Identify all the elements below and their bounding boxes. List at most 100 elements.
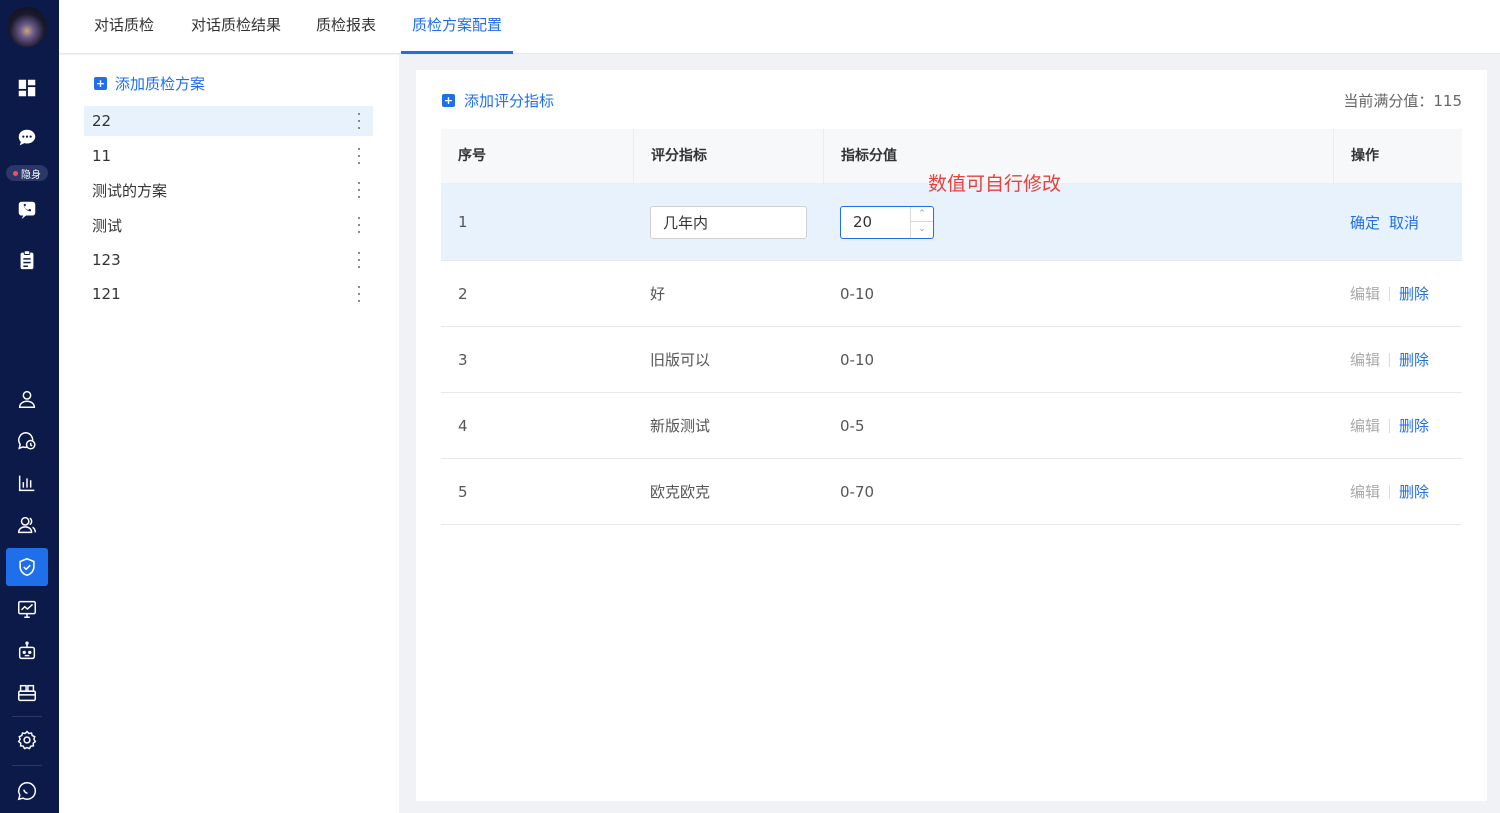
tab-qc-report[interactable]: 质检报表 xyxy=(316,0,376,54)
action-divider xyxy=(1389,418,1391,433)
delete-button[interactable]: 删除 xyxy=(1399,481,1429,502)
row-index: 5 xyxy=(458,482,468,501)
chevron-down-icon[interactable]: ⌄ xyxy=(911,222,933,237)
plan-item[interactable]: 22 xyxy=(84,106,373,136)
actions-cell: 编辑 删除 xyxy=(1333,261,1429,326)
plan-name: 测试的方案 xyxy=(92,181,168,200)
team-icon[interactable] xyxy=(6,506,48,544)
plan-item[interactable]: 测试的方案 xyxy=(84,175,373,205)
plan-item[interactable]: 123 xyxy=(84,245,373,275)
more-vertical-icon[interactable] xyxy=(357,113,361,129)
rail-divider xyxy=(12,716,42,717)
row-index: 4 xyxy=(458,416,468,435)
monitor-chart-icon[interactable] xyxy=(6,590,48,628)
bar-chart-icon[interactable] xyxy=(6,464,48,502)
delete-button[interactable]: 删除 xyxy=(1399,415,1429,436)
nav-rail: 隐身 xyxy=(0,0,59,813)
actions-cell: 编辑 删除 xyxy=(1333,459,1429,524)
user-icon[interactable] xyxy=(6,380,48,418)
history-chat-icon[interactable] xyxy=(6,422,48,460)
plan-item[interactable]: 121 xyxy=(84,279,373,309)
phone-chat-icon[interactable] xyxy=(6,191,48,229)
score-range: 0-10 xyxy=(840,350,875,369)
action-divider xyxy=(1389,286,1391,301)
score-value: 20 xyxy=(853,213,873,231)
score-range: 0-5 xyxy=(840,416,865,435)
actions-cell: 编辑 删除 xyxy=(1333,393,1429,458)
settings-icon[interactable] xyxy=(6,721,48,759)
confirm-button[interactable]: 确定 xyxy=(1350,212,1380,233)
column-header-index: 序号 xyxy=(458,148,486,164)
plan-item[interactable]: 测试 xyxy=(84,210,373,240)
add-index-label: 添加评分指标 xyxy=(464,91,555,110)
user-avatar[interactable] xyxy=(7,7,47,47)
column-header-index-name: 评分指标 xyxy=(633,129,823,184)
more-vertical-icon[interactable] xyxy=(357,148,361,164)
plan-name: 11 xyxy=(92,147,112,165)
action-divider xyxy=(1389,352,1391,367)
score-number-input[interactable]: 20 ⌃ ⌄ xyxy=(840,205,934,239)
plan-list-panel: + 添加质检方案 22 11 测试的方案 测试 123 121 xyxy=(59,55,399,813)
delete-button[interactable]: 删除 xyxy=(1399,283,1429,304)
edit-button[interactable]: 编辑 xyxy=(1350,415,1380,436)
table-row: 3 旧版可以 0-10 编辑 删除 xyxy=(441,327,1462,393)
plan-name: 22 xyxy=(92,112,112,130)
add-plan-button[interactable]: + 添加质检方案 xyxy=(94,73,205,93)
plan-name: 123 xyxy=(92,251,121,269)
toolbox-icon[interactable] xyxy=(6,674,48,712)
plan-item[interactable]: 11 xyxy=(84,141,373,171)
robot-icon[interactable] xyxy=(6,632,48,670)
rail-divider xyxy=(12,765,42,766)
chat-icon[interactable] xyxy=(6,119,48,157)
edit-button[interactable]: 编辑 xyxy=(1350,481,1380,502)
delete-button[interactable]: 删除 xyxy=(1399,349,1429,370)
add-plan-label: 添加质检方案 xyxy=(115,74,206,93)
action-divider xyxy=(1389,484,1391,499)
actions-cell: 编辑 删除 xyxy=(1333,327,1429,392)
index-name: 欧克欧克 xyxy=(650,483,711,501)
top-tab-bar: 对话质检 对话质检结果 质检报表 质检方案配置 xyxy=(59,0,1500,54)
tab-qc-plan-config[interactable]: 质检方案配置 xyxy=(401,0,514,54)
index-name-input[interactable]: 几年内 xyxy=(650,205,807,239)
table-row: 4 新版测试 0-5 编辑 删除 xyxy=(441,393,1462,459)
status-label: 隐身 xyxy=(21,169,41,181)
row-index: 1 xyxy=(458,213,468,231)
chevron-up-icon[interactable]: ⌃ xyxy=(911,207,933,222)
annotation-note: 数值可自行修改 xyxy=(928,173,1062,195)
edit-button[interactable]: 编辑 xyxy=(1350,283,1380,304)
column-header-score: 指标分值 xyxy=(823,129,1333,184)
row-index: 3 xyxy=(458,350,468,369)
tab-dialog-qc[interactable]: 对话质检 xyxy=(94,0,154,54)
more-vertical-icon[interactable] xyxy=(357,217,361,233)
shield-icon[interactable] xyxy=(6,548,48,586)
more-vertical-icon[interactable] xyxy=(357,182,361,198)
clipboard-icon[interactable] xyxy=(6,241,48,279)
index-name: 旧版可以 xyxy=(650,351,711,369)
more-vertical-icon[interactable] xyxy=(357,252,361,268)
cancel-button[interactable]: 取消 xyxy=(1389,212,1419,233)
status-dot xyxy=(13,170,18,176)
plan-name: 121 xyxy=(92,285,121,303)
edit-button[interactable]: 编辑 xyxy=(1350,349,1380,370)
full-score-text: 当前满分值：115 xyxy=(1343,92,1462,110)
presence-status-badge[interactable]: 隐身 xyxy=(6,165,48,181)
score-cell: 20 ⌃ ⌄ xyxy=(823,184,934,260)
more-vertical-icon[interactable] xyxy=(357,286,361,302)
score-range: 0-10 xyxy=(840,284,875,303)
index-name: 好 xyxy=(650,285,666,303)
index-name: 新版测试 xyxy=(650,417,711,435)
actions-cell: 确定 取消 xyxy=(1333,184,1419,260)
add-scoring-index-button[interactable]: + 添加评分指标 xyxy=(442,90,554,110)
score-range: 0-70 xyxy=(840,482,875,501)
tab-dialog-qc-results[interactable]: 对话质检结果 xyxy=(191,0,281,54)
message-icon[interactable] xyxy=(6,772,48,810)
index-name-cell: 几年内 xyxy=(633,184,807,260)
plus-square-icon: + xyxy=(94,76,107,90)
dashboard-icon[interactable] xyxy=(6,69,48,107)
plus-square-icon: + xyxy=(442,93,455,107)
column-header-actions: 操作 xyxy=(1333,129,1462,184)
quantity-stepper[interactable]: ⌃ ⌄ xyxy=(910,206,933,238)
plan-name: 测试 xyxy=(92,216,123,235)
table-row: 5 欧克欧克 0-70 编辑 删除 xyxy=(441,459,1462,525)
row-index: 2 xyxy=(458,284,468,303)
